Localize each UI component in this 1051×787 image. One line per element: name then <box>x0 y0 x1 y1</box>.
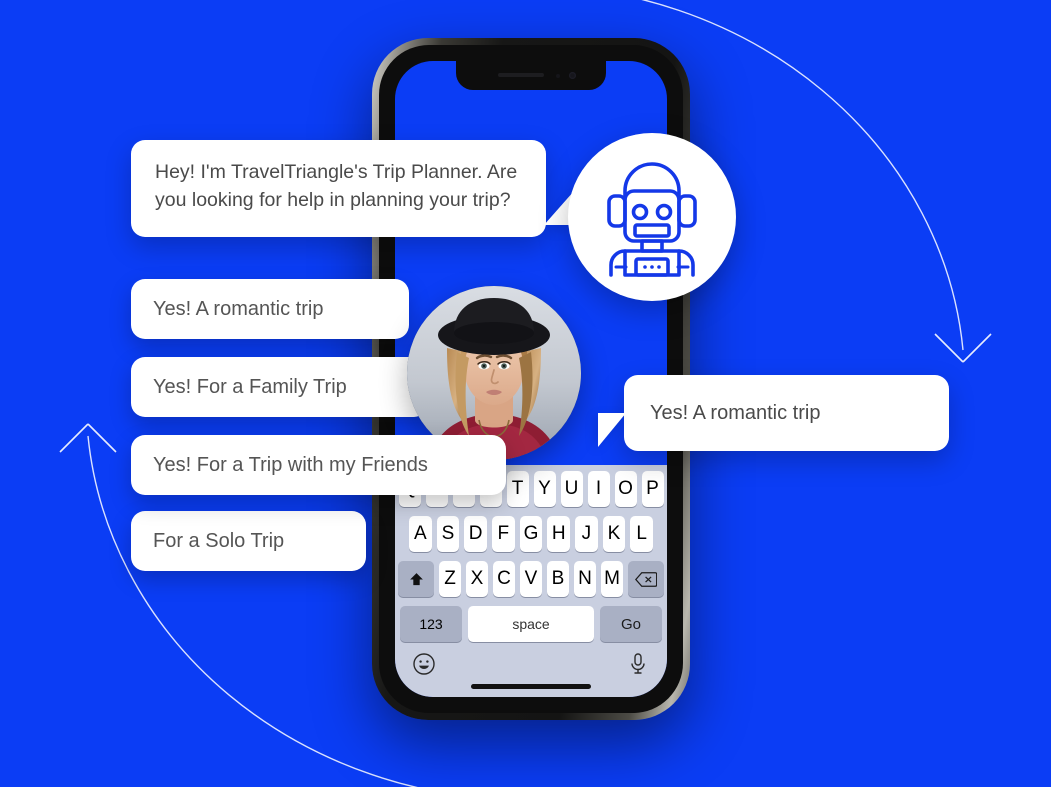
bot-message-bubble: Hey! I'm TravelTriangle's Trip Planner. … <box>131 140 574 237</box>
user-message-bubble: Yes! A romantic trip <box>598 375 949 451</box>
key-z[interactable]: Z <box>439 561 461 597</box>
robot-icon <box>607 162 697 277</box>
quick-reply-label: Yes! A romantic trip <box>153 297 324 320</box>
bot-message-text: Hey! I'm TravelTriangle's Trip Planner. … <box>155 161 518 211</box>
numeric-key[interactable]: 123 <box>400 606 462 642</box>
key-d[interactable]: D <box>464 516 487 552</box>
front-camera-icon <box>569 72 576 79</box>
go-key[interactable]: Go <box>600 606 662 642</box>
key-h[interactable]: H <box>547 516 571 552</box>
home-indicator <box>471 684 591 689</box>
key-a[interactable]: A <box>408 516 432 552</box>
phone-notch <box>456 61 606 90</box>
key-j[interactable]: J <box>575 516 598 552</box>
key-v[interactable]: V <box>520 561 542 597</box>
key-x[interactable]: X <box>466 561 488 597</box>
space-key[interactable]: space <box>468 606 594 642</box>
key-s[interactable]: S <box>436 516 460 552</box>
quick-reply-label: For a Solo Trip <box>153 529 285 552</box>
quick-reply-option-4[interactable]: For a Solo Trip <box>131 511 366 571</box>
shift-icon[interactable] <box>398 561 434 597</box>
quick-reply-label: Yes! For a Trip with my Friends <box>153 453 428 476</box>
key-l[interactable]: L <box>630 516 654 552</box>
quick-reply-option-3[interactable]: Yes! For a Trip with my Friends <box>131 435 506 495</box>
keyboard-row-2: A S D F G H J K L <box>395 516 667 552</box>
key-o[interactable]: O <box>614 471 637 507</box>
bubble-tail <box>598 413 626 447</box>
keyboard-row-3: Z X C V B N M <box>395 561 667 597</box>
proximity-sensor-icon <box>556 74 560 78</box>
key-b[interactable]: B <box>547 561 569 597</box>
key-t[interactable]: T <box>506 471 529 507</box>
key-y[interactable]: Y <box>533 471 556 507</box>
user-message-text: Yes! A romantic trip <box>650 401 821 424</box>
key-n[interactable]: N <box>574 561 596 597</box>
keyboard-row-4: 123 space Go <box>395 606 667 642</box>
bot-avatar <box>568 133 736 301</box>
microphone-icon[interactable] <box>625 651 651 677</box>
key-u[interactable]: U <box>560 471 583 507</box>
key-g[interactable]: G <box>519 516 543 552</box>
arrow-up-icon <box>59 423 117 453</box>
key-i[interactable]: I <box>587 471 610 507</box>
key-c[interactable]: C <box>493 561 515 597</box>
backspace-icon[interactable] <box>628 561 664 597</box>
key-f[interactable]: F <box>492 516 515 552</box>
quick-reply-option-1[interactable]: Yes! A romantic trip <box>131 279 409 339</box>
key-m[interactable]: M <box>601 561 623 597</box>
quick-reply-label: Yes! For a Family Trip <box>153 375 347 398</box>
key-k[interactable]: K <box>602 516 626 552</box>
quick-reply-option-2[interactable]: Yes! For a Family Trip <box>131 357 428 417</box>
earpiece-speaker <box>498 73 544 77</box>
user-avatar <box>407 286 581 460</box>
keyboard-bottom-row <box>395 651 667 677</box>
screenshot-canvas: Q W E R T Y U I O P A S D <box>0 0 1051 787</box>
emoji-icon[interactable] <box>411 651 437 677</box>
onscreen-keyboard[interactable]: Q W E R T Y U I O P A S D <box>395 465 667 697</box>
arrow-down-icon <box>934 333 992 363</box>
user-photo <box>407 286 581 460</box>
key-p[interactable]: P <box>641 471 664 507</box>
